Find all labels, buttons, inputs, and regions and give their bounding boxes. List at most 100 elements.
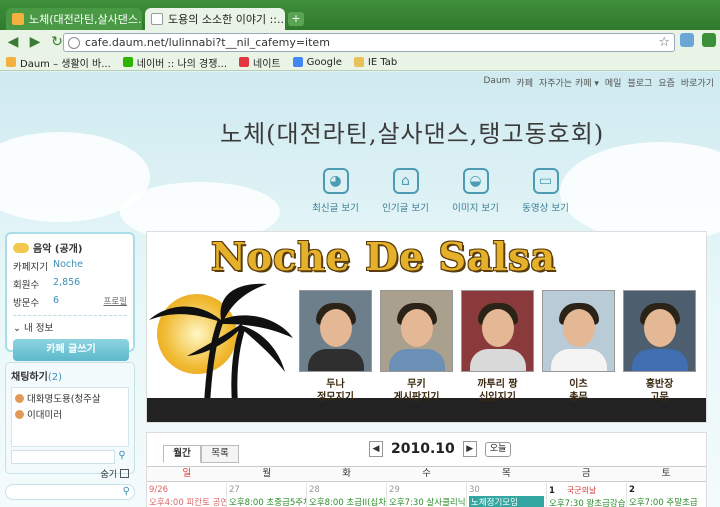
cafe-search-input[interactable]: ⚲ bbox=[5, 484, 135, 500]
event-calendar: 월간 목록 ◀ 2010.10 ▶ 오늘 일 월 화 수 목 금 토 9/26 … bbox=[146, 432, 707, 507]
tab-label: 도용의 소소한 이야기 ::... bbox=[168, 13, 285, 26]
tab-cafe[interactable]: 노체(대전라틴,살사댄스... ✕ bbox=[6, 8, 142, 30]
menu-popular-posts[interactable]: ⌂ 인기글 보기 bbox=[378, 168, 433, 214]
globe-icon bbox=[68, 36, 80, 49]
chat-hide-option: 숨기 bbox=[11, 467, 129, 480]
tab-label: 노체(대전라틴,살사댄스... bbox=[29, 13, 142, 26]
menu-latest-posts[interactable]: ◕ 최신글 보기 bbox=[308, 168, 363, 214]
chevron-down-icon: ⌄ bbox=[13, 323, 21, 334]
car-icon: ▭ bbox=[532, 168, 559, 194]
info-row-members: 회원수 2,856 bbox=[13, 277, 81, 291]
search-icon[interactable]: ⚲ bbox=[123, 486, 130, 497]
nav-shortcut[interactable]: 바로가기 bbox=[681, 76, 714, 89]
staff-photo bbox=[299, 290, 372, 372]
calendar-event[interactable]: 오후7:30 살사클리닉 bbox=[389, 496, 466, 507]
daum-icon bbox=[6, 57, 16, 67]
calendar-event[interactable]: 오후4:00 피칸토 공연 bbox=[149, 496, 226, 507]
staff-member[interactable]: 까투리 짱 신입지기 bbox=[461, 290, 534, 404]
profile-link[interactable]: 프로필 bbox=[104, 295, 127, 309]
chat-user[interactable]: 이대미러 bbox=[15, 407, 125, 421]
calendar-event[interactable]: 오후8:00 초중급5주차 bbox=[229, 496, 306, 507]
bookmark-ietab[interactable]: IE Tab bbox=[353, 57, 397, 68]
chat-user-list: 대화명도용(청주살 이대미러 bbox=[11, 387, 129, 447]
staff-member[interactable]: 무키 게시판지기 bbox=[380, 290, 453, 404]
calendar-day-cell[interactable]: 30 노체정기모임 bbox=[467, 483, 547, 507]
tab-monthly[interactable]: 월간 bbox=[163, 445, 201, 463]
calendar-nav: ◀ 2010.10 ▶ 오늘 bbox=[369, 441, 512, 457]
new-tab-button[interactable]: + bbox=[288, 12, 304, 26]
daum-top-nav: Daum 카페 자주가는 카페 ▾ 메일 블로그 요즘 바로가기 bbox=[484, 76, 715, 89]
daum-favicon-icon bbox=[12, 13, 24, 25]
divider bbox=[13, 315, 127, 316]
nav-mail[interactable]: 메일 bbox=[605, 76, 622, 89]
chat-user[interactable]: 대화명도용(청주살 bbox=[15, 391, 125, 405]
hat-icon: ◒ bbox=[462, 168, 489, 194]
calendar-day-cell[interactable]: 2 오후7:00 주말초급 bbox=[627, 483, 706, 507]
bookmark-naver[interactable]: 네이버 :: 나의 경쟁... bbox=[122, 55, 227, 70]
banner-title: Noche De Salsa bbox=[211, 234, 557, 279]
calendar-view-tabs: 월간 목록 bbox=[163, 445, 239, 463]
nav-favorite-cafe[interactable]: 자주가는 카페 ▾ bbox=[539, 76, 599, 89]
hide-checkbox[interactable] bbox=[120, 469, 129, 478]
info-row-manager: 카페지기 Noche bbox=[13, 259, 84, 273]
calendar-event[interactable]: 오후7:00 주말초급 bbox=[629, 496, 704, 507]
staff-photo bbox=[623, 290, 696, 372]
calendar-event[interactable]: 오후7:30 왕초급강습 bbox=[549, 497, 626, 507]
chat-input[interactable] bbox=[11, 450, 115, 464]
tab-blog[interactable]: 도용의 소소한 이야기 ::... ✕ bbox=[145, 8, 285, 30]
prev-month-icon[interactable]: ◀ bbox=[369, 441, 383, 457]
nav-daum[interactable]: Daum bbox=[484, 76, 511, 89]
write-post-button[interactable]: 카페 글쓰기 bbox=[13, 339, 129, 361]
menu-videos[interactable]: ▭ 동영상 보기 bbox=[518, 168, 573, 214]
calendar-day-cell[interactable]: 1 국군의날 오후7:30 왕초급강습 bbox=[547, 483, 627, 507]
today-button[interactable]: 오늘 bbox=[484, 441, 512, 457]
bookmark-google[interactable]: Google bbox=[292, 57, 342, 68]
staff-photo bbox=[380, 290, 453, 372]
cafe-info-box: 음악 (공개) 카페지기 Noche 회원수 2,856 방문수 6 프로필 ⌄… bbox=[5, 232, 135, 361]
calendar-day-cell[interactable]: 9/26 오후4:00 피칸토 공연 bbox=[147, 483, 227, 507]
back-icon[interactable]: ◀ bbox=[4, 33, 22, 51]
folder-icon bbox=[353, 57, 364, 67]
calendar-event[interactable]: 오후8:00 초급II(십차 bbox=[309, 496, 386, 507]
menu-images[interactable]: ◒ 이미지 보기 bbox=[448, 168, 503, 214]
cafe-page: Daum 카페 자주가는 카페 ▾ 메일 블로그 요즘 바로가기 노체(대전라틴… bbox=[0, 72, 720, 507]
palm-tree-image bbox=[149, 283, 293, 404]
calendar-day-cell[interactable]: 29 오후7:30 살사클리닉 bbox=[387, 483, 467, 507]
cafe-banner: Noche De Salsa 두나 정모지기 무키 게시판지기 까투리 짱 신입… bbox=[146, 231, 707, 423]
staff-member[interactable]: 홍반장 고문 bbox=[623, 290, 696, 404]
cafe-title[interactable]: 노체(대전라틴,살사댄스,탱고동호회) bbox=[220, 114, 604, 149]
calendar-day-cell[interactable]: 27 오후8:00 초중급5주차 bbox=[227, 483, 307, 507]
nav-blog[interactable]: 블로그 bbox=[627, 76, 652, 89]
calendar-event[interactable]: 노체정기모임 bbox=[469, 496, 544, 507]
chat-box: 채팅하기(2) 대화명도용(청주살 이대미러 ⚲ 숨기 bbox=[5, 362, 135, 480]
bookmark-nate[interactable]: 네이트 bbox=[239, 55, 281, 70]
staff-member[interactable]: 이츠 총무 bbox=[542, 290, 615, 404]
url-text: cafe.daum.net/lulinnabi?t__nil_cafemy=it… bbox=[85, 36, 330, 49]
search-icon[interactable]: ⚲ bbox=[115, 450, 129, 464]
nav-cafe[interactable]: 카페 bbox=[516, 76, 533, 89]
bookmarks-bar: Daum – 생활이 바... 네이버 :: 나의 경쟁... 네이트 Goog… bbox=[0, 54, 720, 71]
calendar-weekday-header: 일 월 화 수 목 금 토 bbox=[147, 466, 706, 482]
forward-icon[interactable]: ▶ bbox=[26, 33, 44, 51]
browser-tab-bar: 노체(대전라틴,살사댄스... ✕ 도용의 소소한 이야기 ::... ✕ + bbox=[0, 0, 720, 30]
info-row-visits: 방문수 6 프로필 bbox=[13, 295, 127, 309]
staff-member[interactable]: 두나 정모지기 bbox=[299, 290, 372, 404]
house-icon: ⌂ bbox=[392, 168, 419, 194]
extension-icon[interactable] bbox=[680, 33, 694, 47]
dog-icon: ◕ bbox=[322, 168, 349, 194]
address-bar[interactable]: cafe.daum.net/lulinnabi?t__nil_cafemy=it… bbox=[63, 33, 675, 52]
google-icon bbox=[292, 57, 303, 67]
naver-icon bbox=[122, 57, 133, 67]
next-month-icon[interactable]: ▶ bbox=[462, 441, 477, 457]
bookmark-star-icon[interactable]: ☆ bbox=[658, 35, 670, 50]
bookmark-daum[interactable]: Daum – 생활이 바... bbox=[6, 55, 111, 70]
nav-yozm[interactable]: 요즘 bbox=[658, 76, 675, 89]
extension-badge-icon[interactable] bbox=[702, 33, 716, 47]
calendar-day-cell[interactable]: 28 오후8:00 초급II(십차 bbox=[307, 483, 387, 507]
cloud-decoration bbox=[560, 142, 720, 242]
calendar-week-row: 9/26 오후4:00 피칸토 공연 27 오후8:00 초중급5주차 28 오… bbox=[147, 483, 706, 507]
my-info-toggle[interactable]: ⌄ 내 정보 bbox=[13, 320, 127, 334]
tab-list[interactable]: 목록 bbox=[201, 445, 239, 463]
page-favicon-icon bbox=[151, 13, 163, 25]
cloud-icon bbox=[13, 242, 29, 253]
